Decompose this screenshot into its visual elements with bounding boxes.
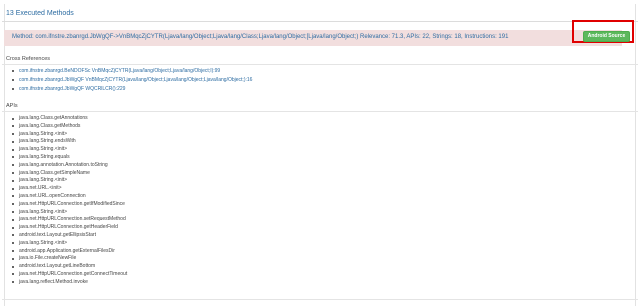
api-item: java.lang.String.equals <box>12 154 127 162</box>
api-item: java.net.HttpURLConnection.getIfModified… <box>12 201 127 209</box>
api-item: java.lang.String.<init> <box>12 146 127 154</box>
apis-divider <box>2 111 638 112</box>
api-item: java.net.HttpURLConnection.getHeaderFiel… <box>12 224 127 232</box>
cross-reference-link[interactable]: com.ifnstre.zbanrgd.JbWgQF WQCRlLCR():22… <box>12 85 252 94</box>
api-item: android.text.Layout.getEllipsisStart <box>12 232 127 240</box>
apis-list: java.lang.Class.getAnnotations java.lang… <box>12 115 127 287</box>
cross-references-divider <box>2 64 638 65</box>
bottom-divider <box>2 299 638 300</box>
cross-references-list: com.ifnstre.zbanrgd.BeNDOFSc VnBMqcZjCYT… <box>12 67 252 94</box>
api-item: java.lang.Class.getSimpleName <box>12 170 127 178</box>
api-item: java.net.URL.openConnection <box>12 193 127 201</box>
android-source-button[interactable]: Android Source <box>583 31 630 42</box>
api-item: java.lang.String.endsWith <box>12 138 127 146</box>
section-title: 13 Executed Methods <box>6 10 74 17</box>
api-item: java.lang.String.<init> <box>12 209 127 217</box>
api-item: java.io.File.createNewFile <box>12 255 127 263</box>
api-item: java.net.HttpURLConnection.setRequestMet… <box>12 216 127 224</box>
api-item: java.lang.String.<init> <box>12 177 127 185</box>
apis-title: APIs <box>6 103 18 109</box>
api-item: java.lang.annotation.Annotation.toString <box>12 162 127 170</box>
cross-reference-link[interactable]: com.ifnstre.zbanrgd.BeNDOFSc VnBMqcZjCYT… <box>12 67 252 76</box>
method-signature: Method: com.ifnstre.zbanrgd.JbWgQF->VnBM… <box>12 34 509 40</box>
api-item: java.lang.Class.getAnnotations <box>12 115 127 123</box>
api-item: java.lang.reflect.Method.invoke <box>12 279 127 287</box>
cross-reference-link[interactable]: com.ifnstre.zbanrgd.JbWgQF VnBMqcZjCYTR(… <box>12 76 252 85</box>
api-item: java.lang.String.<init> <box>12 240 127 248</box>
api-item: android.app.Application.getExternalFiles… <box>12 248 127 256</box>
method-header-bar: Method: com.ifnstre.zbanrgd.JbWgQF->VnBM… <box>4 30 622 46</box>
api-item: java.net.URL.<init> <box>12 185 127 193</box>
api-item: java.lang.Class.getMethods <box>12 123 127 131</box>
api-item: java.net.HttpURLConnection.getConnectTim… <box>12 271 127 279</box>
title-divider <box>2 21 638 22</box>
api-item: java.lang.String.<init> <box>12 131 127 139</box>
cross-references-title: Cross References <box>6 56 51 62</box>
api-item: android.text.Layout.getLineBottom <box>12 263 127 271</box>
